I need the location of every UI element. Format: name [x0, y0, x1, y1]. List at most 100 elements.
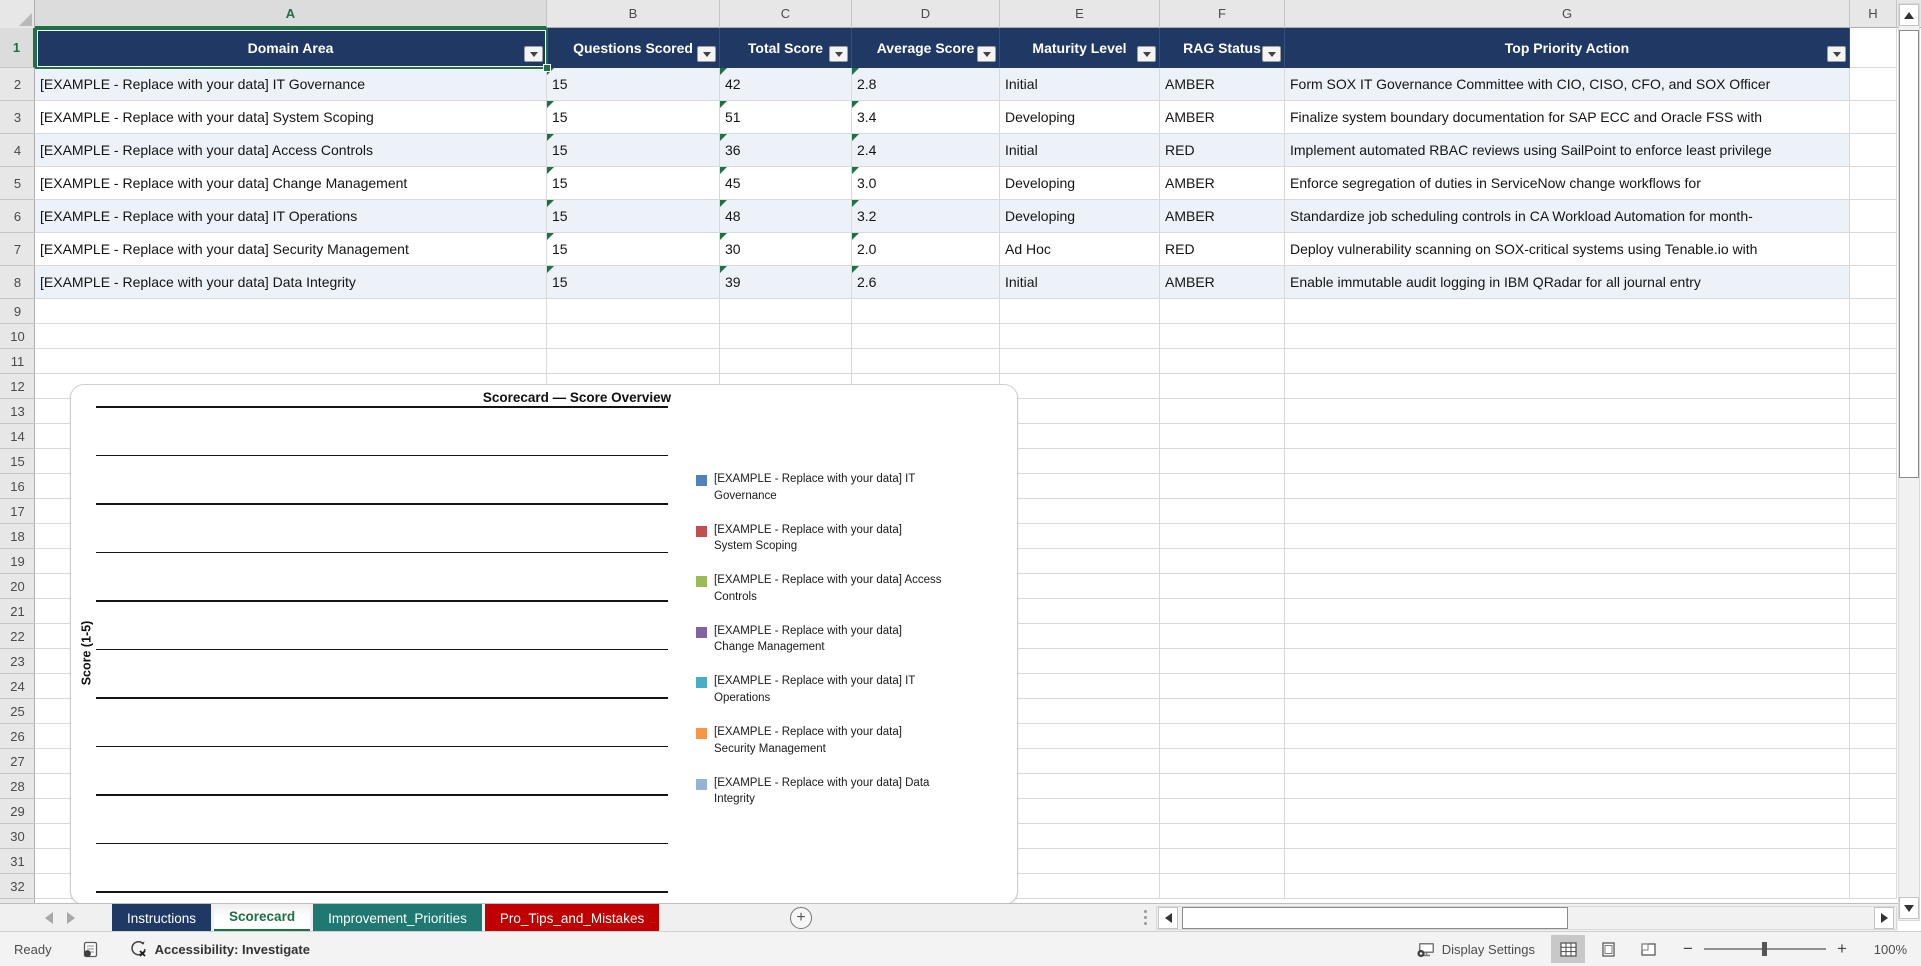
cell-G7[interactable]: Deploy vulnerability scanning on SOX-cri… — [1285, 233, 1850, 266]
horizontal-scrollbar[interactable] — [1156, 906, 1897, 930]
filter-dropdown-button[interactable] — [977, 46, 996, 62]
row-header-27[interactable]: 27 — [0, 749, 35, 774]
row-header-18[interactable]: 18 — [0, 524, 35, 549]
cell-G4[interactable]: Implement automated RBAC reviews using S… — [1285, 134, 1850, 167]
zoom-out-button[interactable]: − — [1681, 939, 1695, 959]
cell-B3[interactable]: 15 — [547, 101, 720, 134]
cell-D4[interactable]: 2.4 — [852, 134, 1000, 167]
cell-D3[interactable]: 3.4 — [852, 101, 1000, 134]
legend-entry[interactable]: [EXAMPLE - Replace with your data] Data … — [696, 775, 1001, 808]
cell-F5[interactable]: AMBER — [1160, 167, 1285, 200]
cell-A5[interactable]: [EXAMPLE - Replace with your data] Chang… — [35, 167, 547, 200]
accessibility-checker[interactable]: Accessibility: Investigate — [129, 940, 310, 959]
cell-E5[interactable]: Developing — [1000, 167, 1160, 200]
scorecard-chart[interactable]: Scorecard — Score Overview Score (1-5) [… — [70, 384, 1018, 903]
cell-C2[interactable]: 42 — [720, 68, 852, 101]
cell-B8[interactable]: 15 — [547, 266, 720, 299]
header-cell-7[interactable]: Top Priority Action — [1285, 28, 1850, 68]
scroll-right-button[interactable] — [1874, 907, 1894, 929]
header-cell-3[interactable]: Total Score — [720, 28, 852, 68]
row-header-10[interactable]: 10 — [0, 324, 35, 349]
row-header-24[interactable]: 24 — [0, 674, 35, 699]
page-layout-view-button[interactable] — [1591, 935, 1625, 963]
header-cell-2[interactable]: Questions Scored — [547, 28, 720, 68]
filter-dropdown-button[interactable] — [697, 46, 716, 62]
column-header-G[interactable]: G — [1285, 0, 1850, 28]
zoom-slider[interactable] — [1704, 942, 1826, 956]
header-cell-5[interactable]: Maturity Level — [1000, 28, 1160, 68]
cell-D6[interactable]: 3.2 — [852, 200, 1000, 233]
cell-A2[interactable]: [EXAMPLE - Replace with your data] IT Go… — [35, 68, 547, 101]
scrollbar-resize-grip[interactable] — [1143, 910, 1147, 927]
tab-scorecard[interactable]: Scorecard — [214, 904, 311, 932]
cell-E3[interactable]: Developing — [1000, 101, 1160, 134]
cell-F7[interactable]: RED — [1160, 233, 1285, 266]
cell-D5[interactable]: 3.0 — [852, 167, 1000, 200]
cell-C6[interactable]: 48 — [720, 200, 852, 233]
cell-F3[interactable]: AMBER — [1160, 101, 1285, 134]
tab-pro-tips-and-mistakes[interactable]: Pro_Tips_and_Mistakes — [484, 904, 660, 932]
zoom-slider-handle[interactable] — [1762, 942, 1767, 956]
cell-D7[interactable]: 2.0 — [852, 233, 1000, 266]
zoom-in-button[interactable]: + — [1835, 939, 1849, 959]
row-header-32[interactable]: 32 — [0, 874, 35, 899]
sheet-grid[interactable]: Domain Area Questions Scored Total Score Av… — [35, 28, 1897, 903]
display-settings-button[interactable]: Display Settings — [1416, 941, 1535, 958]
row-header-30[interactable]: 30 — [0, 824, 35, 849]
cell-B5[interactable]: 15 — [547, 167, 720, 200]
cell-B7[interactable]: 15 — [547, 233, 720, 266]
filter-dropdown-button[interactable] — [829, 46, 848, 62]
row-header-3[interactable]: 3 — [0, 101, 35, 134]
cell-G6[interactable]: Standardize job scheduling controls in C… — [1285, 200, 1850, 233]
row-header-19[interactable]: 19 — [0, 549, 35, 574]
cell-E6[interactable]: Developing — [1000, 200, 1160, 233]
row-header-25[interactable]: 25 — [0, 699, 35, 724]
cell-E4[interactable]: Initial — [1000, 134, 1160, 167]
cell-B2[interactable]: 15 — [547, 68, 720, 101]
legend-entry[interactable]: [EXAMPLE - Replace with your data] Chang… — [696, 623, 1001, 656]
cell-D2[interactable]: 2.8 — [852, 68, 1000, 101]
cell-G3[interactable]: Finalize system boundary documentation f… — [1285, 101, 1850, 134]
row-header-12[interactable]: 12 — [0, 374, 35, 399]
cell-E8[interactable]: Initial — [1000, 266, 1160, 299]
row-header-2[interactable]: 2 — [0, 68, 35, 101]
vertical-scrollbar[interactable] — [1898, 3, 1920, 921]
cell-B6[interactable]: 15 — [547, 200, 720, 233]
cell-G5[interactable]: Enforce segregation of duties in Service… — [1285, 167, 1850, 200]
row-header-28[interactable]: 28 — [0, 774, 35, 799]
column-header-C[interactable]: C — [720, 0, 852, 28]
column-header-B[interactable]: B — [547, 0, 720, 28]
row-header-26[interactable]: 26 — [0, 724, 35, 749]
cell-A6[interactable]: [EXAMPLE - Replace with your data] IT Op… — [35, 200, 547, 233]
cell-G8[interactable]: Enable immutable audit logging in IBM QR… — [1285, 266, 1850, 299]
cell-D8[interactable]: 2.6 — [852, 266, 1000, 299]
column-header-E[interactable]: E — [1000, 0, 1160, 28]
row-header-1[interactable]: 1 — [0, 28, 35, 68]
row-header-4[interactable]: 4 — [0, 134, 35, 167]
column-header-A[interactable]: A — [35, 0, 547, 28]
page-break-preview-button[interactable] — [1631, 935, 1665, 963]
cell-A4[interactable]: [EXAMPLE - Replace with your data] Acces… — [35, 134, 547, 167]
cell-E2[interactable]: Initial — [1000, 68, 1160, 101]
tab-instructions[interactable]: Instructions — [112, 904, 212, 932]
cell-A8[interactable]: [EXAMPLE - Replace with your data] Data … — [35, 266, 547, 299]
cell-C5[interactable]: 45 — [720, 167, 852, 200]
row-header-29[interactable]: 29 — [0, 799, 35, 824]
filter-dropdown-button[interactable] — [1137, 46, 1156, 62]
row-header-6[interactable]: 6 — [0, 200, 35, 233]
row-header-7[interactable]: 7 — [0, 233, 35, 266]
row-header-23[interactable]: 23 — [0, 649, 35, 674]
row-header-16[interactable]: 16 — [0, 474, 35, 499]
legend-entry[interactable]: [EXAMPLE - Replace with your data] IT Go… — [696, 471, 1001, 504]
cell-C3[interactable]: 51 — [720, 101, 852, 134]
cell-B4[interactable]: 15 — [547, 134, 720, 167]
row-header-13[interactable]: 13 — [0, 399, 35, 424]
header-cell-4[interactable]: Average Score — [852, 28, 1000, 68]
legend-entry[interactable]: [EXAMPLE - Replace with your data] Syste… — [696, 522, 1001, 555]
column-header-F[interactable]: F — [1160, 0, 1285, 28]
row-header-8[interactable]: 8 — [0, 266, 35, 299]
tab-scroll-right-icon[interactable] — [67, 912, 75, 924]
column-header-D[interactable]: D — [852, 0, 1000, 28]
row-header-15[interactable]: 15 — [0, 449, 35, 474]
cell-C8[interactable]: 39 — [720, 266, 852, 299]
